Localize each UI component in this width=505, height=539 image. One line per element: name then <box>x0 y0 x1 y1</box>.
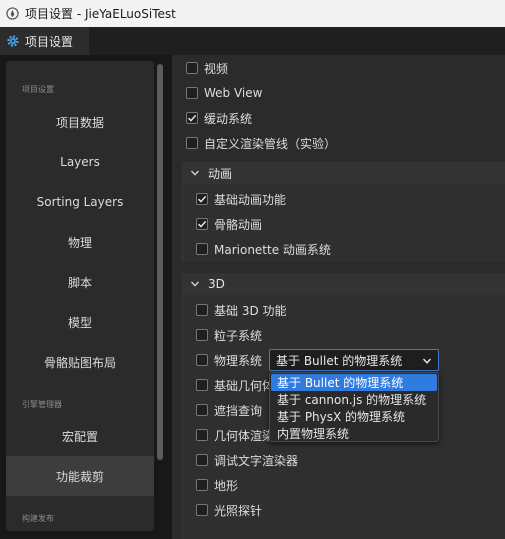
tab-label: 项目设置 <box>25 34 74 49</box>
settings-content: 项目设置 项目数据 Layers Sorting Layers 物理 脚本 模型… <box>0 55 505 539</box>
feature-label: 基础动画功能 <box>214 192 287 207</box>
sidebar-scrollbar[interactable] <box>157 64 163 460</box>
feature-row-physics-system[interactable]: 物理系统 基于 Bullet 的物理系统 <box>196 349 496 371</box>
physics-option-bullet[interactable]: 基于 Bullet 的物理系统 <box>271 374 437 391</box>
feature-label: 粒子系统 <box>214 328 263 343</box>
feature-label: Marionette 动画系统 <box>214 242 331 257</box>
feature-label: 视频 <box>204 61 229 76</box>
gear-icon <box>7 35 19 47</box>
feature-row-geometry-renderer[interactable]: 几何体渲染 <box>196 424 274 446</box>
tab-project-settings[interactable]: 项目设置 <box>0 27 89 55</box>
feature-row-light-probe[interactable]: 光照探针 <box>196 499 262 521</box>
feature-row-debug-text-renderer[interactable]: 调试文字渲染器 <box>196 449 298 471</box>
video-checkbox[interactable] <box>186 62 198 74</box>
chevron-down-icon <box>422 358 432 364</box>
feature-row-base-3d[interactable]: 基础 3D 功能 <box>196 299 287 321</box>
section-title: 3D <box>208 277 225 291</box>
marionette-checkbox[interactable] <box>196 243 208 255</box>
feature-label: Web View <box>204 86 263 100</box>
sidebar-item-layers[interactable]: Layers <box>6 142 154 182</box>
feature-row-tween[interactable]: 缓动系统 <box>186 107 252 129</box>
feature-row-occlusion-query[interactable]: 遮挡查询 <box>196 399 262 421</box>
feature-row-particle[interactable]: 粒子系统 <box>196 324 262 346</box>
physics-option-builtin[interactable]: 内置物理系统 <box>270 425 438 442</box>
feature-row-primitives[interactable]: 基础几何体 <box>196 374 274 396</box>
light-probe-checkbox[interactable] <box>196 504 208 516</box>
feature-row-terrain[interactable]: 地形 <box>196 474 238 496</box>
window-title: 项目设置 - JieYaELuoSiTest <box>25 7 176 21</box>
feature-row-marionette[interactable]: Marionette 动画系统 <box>196 238 331 260</box>
feature-label: 骨骼动画 <box>214 217 263 232</box>
feature-label: 光照探针 <box>214 503 263 518</box>
physics-engine-select-value: 基于 Bullet 的物理系统 <box>276 353 403 368</box>
panel-tabbar: 项目设置 <box>0 27 505 55</box>
section-title: 动画 <box>208 166 233 181</box>
primitives-checkbox[interactable] <box>196 379 208 391</box>
window-titlebar: 项目设置 - JieYaELuoSiTest <box>0 0 505 27</box>
base-animation-checkbox[interactable] <box>196 193 208 205</box>
terrain-checkbox[interactable] <box>196 479 208 491</box>
feature-label: 遮挡查询 <box>214 403 263 418</box>
sidebar-item-physics[interactable]: 物理 <box>6 222 154 262</box>
sidebar-item-sorting-layers[interactable]: Sorting Layers <box>6 182 154 222</box>
sidebar-item-model[interactable]: 模型 <box>6 302 154 342</box>
feature-label: 地形 <box>214 478 239 493</box>
custom-pipeline-checkbox[interactable] <box>186 137 198 149</box>
feature-row-webview[interactable]: Web View <box>186 82 262 104</box>
physics-option-cannon[interactable]: 基于 cannon.js 的物理系统 <box>270 391 438 408</box>
chevron-down-icon <box>190 281 200 287</box>
tween-checkbox[interactable] <box>186 112 198 124</box>
feature-label: 物理系统 <box>214 353 263 368</box>
check-icon <box>187 114 197 122</box>
feature-label: 基础 3D 功能 <box>214 303 287 318</box>
physics-engine-dropdown: 基于 Bullet 的物理系统 基于 cannon.js 的物理系统 基于 Ph… <box>269 372 439 442</box>
skeletal-animation-checkbox[interactable] <box>196 218 208 230</box>
physics-system-checkbox[interactable] <box>196 354 208 366</box>
webview-checkbox[interactable] <box>186 87 198 99</box>
sidebar-group-project: 项目设置 <box>22 85 54 94</box>
sidebar-item-skeleton-atlas[interactable]: 骨骼贴图布局 <box>6 342 154 382</box>
sidebar-group-build: 构建发布 <box>22 514 54 523</box>
particle-checkbox[interactable] <box>196 329 208 341</box>
base-3d-checkbox[interactable] <box>196 304 208 316</box>
feature-label: 几何体渲染 <box>214 428 275 443</box>
sidebar-item-scripts[interactable]: 脚本 <box>6 262 154 302</box>
sidebar-item-macro-config[interactable]: 宏配置 <box>6 416 154 456</box>
sidebar-item-project-data[interactable]: 项目数据 <box>6 102 154 142</box>
check-icon <box>197 195 207 203</box>
settings-sidebar: 项目设置 项目数据 Layers Sorting Layers 物理 脚本 模型… <box>6 61 154 531</box>
feature-row-video[interactable]: 视频 <box>186 57 228 79</box>
sidebar-item-feature-cropping[interactable]: 功能裁剪 <box>6 456 154 496</box>
feature-label: 自定义渲染管线（实验） <box>204 136 337 151</box>
feature-row-skeletal-animation[interactable]: 骨骼动画 <box>196 213 262 235</box>
check-icon <box>197 220 207 228</box>
geometry-renderer-checkbox[interactable] <box>196 429 208 441</box>
feature-row-base-animation[interactable]: 基础动画功能 <box>196 188 286 210</box>
sidebar-group-engine: 引擎管理器 <box>22 400 62 409</box>
feature-label: 基础几何体 <box>214 378 275 393</box>
feature-row-custom-pipeline[interactable]: 自定义渲染管线（实验） <box>186 132 336 154</box>
occlusion-query-checkbox[interactable] <box>196 404 208 416</box>
physics-option-physx[interactable]: 基于 PhysX 的物理系统 <box>270 408 438 425</box>
feature-label: 缓动系统 <box>204 111 253 126</box>
chevron-down-icon <box>190 170 200 176</box>
feature-label: 调试文字渲染器 <box>214 453 299 468</box>
app-icon <box>6 7 19 20</box>
physics-engine-select[interactable]: 基于 Bullet 的物理系统 <box>269 349 439 371</box>
section-animation-header[interactable]: 动画 <box>182 162 505 184</box>
feature-list-pane: 视频 Web View 缓动系统 自定义渲染管线（实验） 动画 基础动画功能 骨… <box>172 55 505 539</box>
debug-text-renderer-checkbox[interactable] <box>196 454 208 466</box>
section-3d-header[interactable]: 3D <box>182 273 505 295</box>
